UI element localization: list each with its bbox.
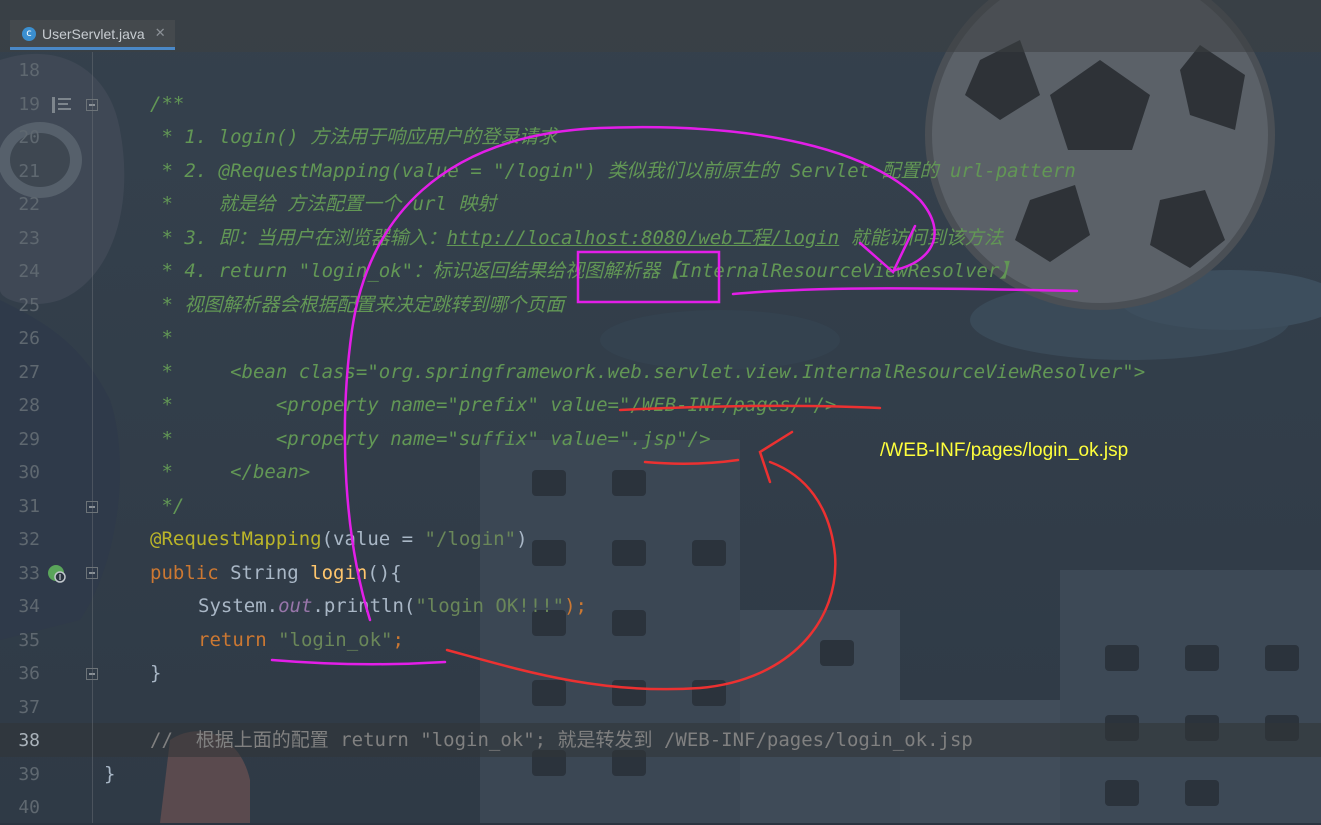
- line-number: 32: [18, 529, 40, 550]
- line-number: 31: [18, 495, 40, 517]
- code-token: );: [564, 595, 587, 617]
- code-token: (){: [367, 561, 402, 584]
- code-line-20: * 1. login() 方法用于响应用户的登录请求: [150, 121, 557, 155]
- string-literal: "login OK!!!": [415, 595, 565, 617]
- code-line-27: * <bean class="org.springframework.web.s…: [150, 356, 1145, 390]
- code-line-21: * 2. @RequestMapping(value = "/login") 类…: [150, 155, 1076, 189]
- code-line-30: * </bean>: [150, 456, 310, 490]
- doc-comment: 就能访问到该方法: [839, 226, 1003, 249]
- gutter-separator: [92, 52, 93, 823]
- line-number: 21: [18, 160, 40, 182]
- doc-comment-render-icon[interactable]: [52, 96, 72, 114]
- doc-comment: * <property name="suffix" value=".jsp"/>: [150, 427, 711, 450]
- line-number: 26: [18, 328, 40, 349]
- code-line-31: */: [150, 490, 184, 524]
- editor-tab-bar: c UserServlet.java ✕: [0, 0, 1321, 52]
- line-number: 25: [18, 294, 40, 316]
- doc-comment: * <property name="prefix" value="/WEB-IN…: [150, 394, 837, 416]
- code-line-39: }: [104, 758, 115, 792]
- doc-comment-link[interactable]: http://localhost:8080/web工程/login: [447, 227, 840, 249]
- method-name: login: [310, 561, 368, 584]
- line-comment: // 根据上面的配置 return "login_ok"; 就是转发到 /WEB…: [150, 729, 973, 751]
- line-number: 34: [18, 596, 40, 617]
- line-number: 35: [18, 629, 40, 651]
- request-mapping-endpoint-icon[interactable]: [46, 563, 68, 585]
- line-number: 24: [18, 261, 40, 282]
- line-number-current: 38: [18, 730, 40, 751]
- code-token: ): [516, 528, 528, 550]
- code-token: String: [230, 561, 311, 584]
- doc-comment: * 2. @RequestMapping(value = "/login") 类…: [150, 159, 1076, 182]
- code-line-25: * 视图解析器会根据配置来决定跳转到哪个页面: [150, 289, 564, 323]
- doc-comment: * <bean class="org.springframework.web.s…: [150, 360, 1146, 383]
- doc-comment: * </bean>: [150, 461, 311, 483]
- line-number: 39: [18, 763, 40, 785]
- annotation-note: /WEB-INF/pages/login_ok.jsp: [880, 440, 1129, 461]
- code-token: .println(: [312, 595, 416, 617]
- keyword-token: return: [198, 628, 279, 651]
- annotation-token: @RequestMapping: [150, 528, 322, 550]
- doc-comment: * 视图解析器会根据配置来决定跳转到哪个页面: [150, 293, 565, 316]
- line-number: 22: [18, 194, 40, 215]
- line-number: 19: [18, 93, 40, 115]
- code-line-38: // 根据上面的配置 return "login_ok"; 就是转发到 /WEB…: [150, 724, 973, 758]
- doc-comment: */: [150, 494, 185, 517]
- keyword-token: public: [150, 561, 231, 584]
- code-line-35: return "login_ok";: [198, 624, 404, 658]
- line-number: 27: [18, 361, 40, 383]
- line-number: 37: [18, 696, 40, 718]
- doc-comment: * 1. login() 方法用于响应用户的登录请求: [150, 126, 558, 148]
- code-line-29: * <property name="suffix" value=".jsp"/>: [150, 423, 711, 457]
- line-number: 28: [18, 395, 40, 416]
- editor-gutter: 18 19 20 21 22 23 24 25 26 27 28 29 30 3…: [0, 52, 100, 823]
- code-line-32: @RequestMapping(value = "/login"): [150, 523, 528, 557]
- static-field-token: out: [278, 595, 313, 617]
- code-line-19: /**: [150, 88, 184, 122]
- close-icon[interactable]: ✕: [155, 26, 166, 41]
- line-number: 20: [18, 127, 40, 148]
- code-line-24: * 4. return "login_ok"：标识返回结果给视图解析器【Inte…: [150, 255, 1018, 289]
- doc-comment: * 就是给 方法配置一个 url 映射: [150, 193, 497, 215]
- code-line-33: public String login(){: [150, 557, 402, 591]
- code-token: }: [104, 762, 116, 785]
- code-line-34: System.out.println("login OK!!!");: [198, 590, 587, 624]
- code-line-28: * <property name="prefix" value="/WEB-IN…: [150, 389, 836, 423]
- doc-comment: * 3. 即：当用户在浏览器输入：: [150, 226, 447, 249]
- code-line-23: * 3. 即：当用户在浏览器输入：http://localhost:8080/w…: [150, 222, 1003, 256]
- code-token: System.: [198, 595, 279, 617]
- line-number: 18: [18, 60, 40, 81]
- line-number: 40: [18, 797, 40, 818]
- code-line-22: * 就是给 方法配置一个 url 映射: [150, 188, 496, 222]
- code-line-26: *: [150, 322, 173, 356]
- tab-label: UserServlet.java: [42, 25, 145, 42]
- line-number: 33: [18, 562, 40, 584]
- doc-comment: *: [150, 327, 173, 349]
- string-literal: "/login": [424, 528, 517, 550]
- line-number: 23: [18, 227, 40, 249]
- tab-userservlet-java[interactable]: c UserServlet.java ✕: [10, 20, 175, 50]
- code-token: (value =: [321, 528, 425, 550]
- code-token: }: [150, 662, 162, 684]
- line-number: 30: [18, 462, 40, 483]
- doc-comment: /**: [150, 92, 185, 115]
- code-token: ;: [392, 628, 404, 651]
- doc-comment: * 4. return "login_ok"：标识返回结果给视图解析器【Inte…: [150, 260, 1019, 282]
- java-class-icon: c: [22, 26, 36, 41]
- code-line-36: }: [150, 657, 161, 691]
- line-number: 36: [18, 663, 40, 684]
- line-number: 29: [18, 428, 40, 450]
- string-literal: "login_ok": [278, 628, 393, 651]
